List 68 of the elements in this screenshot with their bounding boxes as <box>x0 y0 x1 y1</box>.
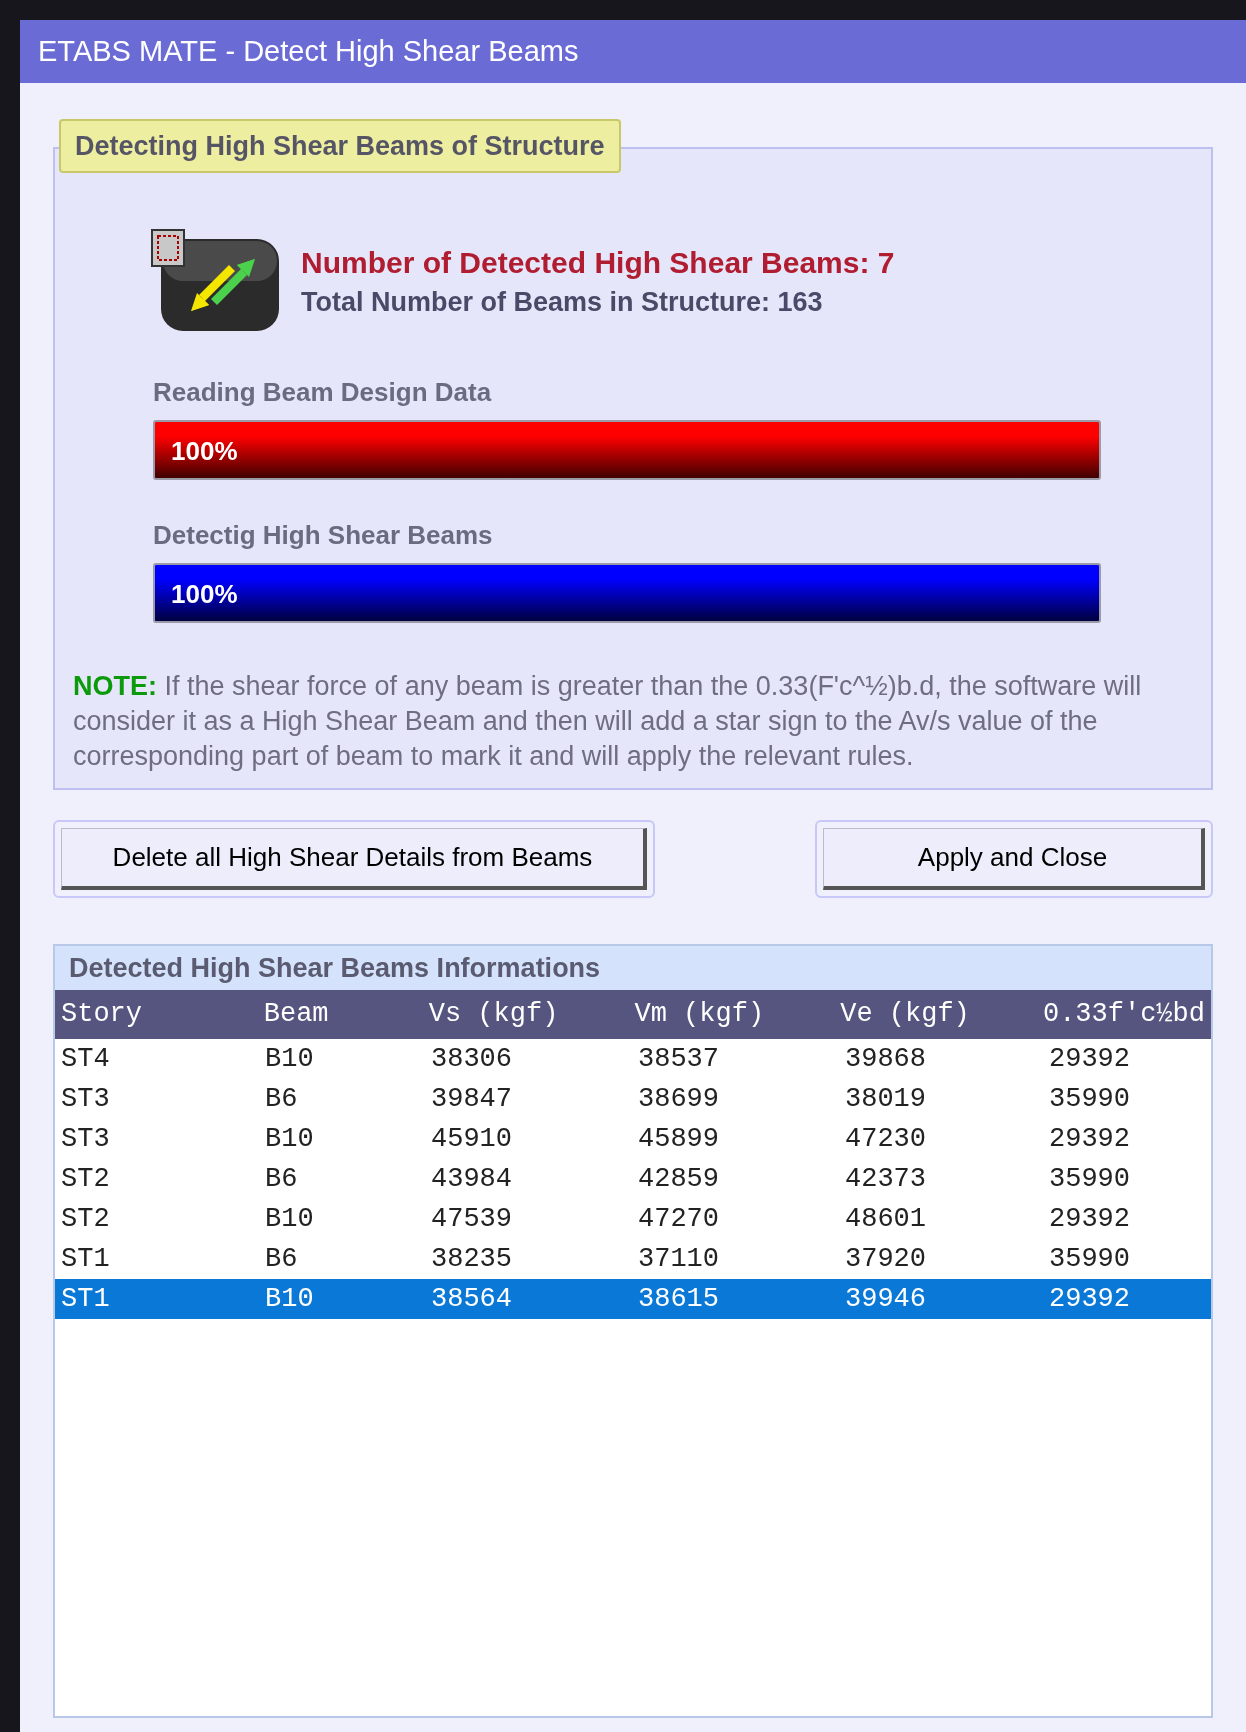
table-cell-text: B10 <box>265 1282 315 1316</box>
table-cell-text: 39946 <box>845 1282 927 1316</box>
table-cell-text: ST3 <box>61 1082 111 1116</box>
table-cell-text: 39847 <box>431 1082 513 1116</box>
arrows-app-icon <box>151 229 281 333</box>
table-cell-text: ST4 <box>61 1042 111 1076</box>
table-cell-text: 37920 <box>845 1242 927 1276</box>
table-cell-text: 38306 <box>431 1042 513 1076</box>
table-cell-text: 29392 <box>1049 1042 1131 1076</box>
table-row[interactable]: ST3 B10 45910 45899 47230 29392 <box>55 1119 1211 1159</box>
table-cell-text: ST2 <box>61 1162 111 1196</box>
table-cell-text: 35990 <box>1049 1242 1131 1276</box>
table-title: Detected High Shear Beams Informations <box>69 951 601 985</box>
table-cell-text: 43984 <box>431 1162 513 1196</box>
table-cell-text: 35990 <box>1049 1082 1131 1116</box>
apply-close-button[interactable]: Apply and Close <box>823 828 1205 890</box>
table-row[interactable]: ST3 B6 39847 38699 38019 35990 <box>55 1079 1211 1119</box>
column-header: 0.33f'c½bd <box>1042 998 1205 1032</box>
table-cell-text: 47539 <box>431 1202 513 1236</box>
table-cell-text: 38564 <box>431 1282 513 1316</box>
table-cell-text: 38235 <box>431 1242 513 1276</box>
table-cell-text: ST1 <box>61 1282 111 1316</box>
table-cell-text: 37110 <box>638 1242 720 1276</box>
table-cell-text: B6 <box>265 1242 299 1276</box>
table-cell-text: 29392 <box>1049 1122 1131 1156</box>
total-count: Total Number of Beams in Structure: 163 <box>301 286 824 319</box>
note-text: NOTE: If the shear force of any beam is greater than the 0.33(F'c^½)b.d, the software will consider it as a High Shear Beam and then will add a star sign to the Av/s value of the corresponding part of beam to mark it and will apply the relevant rules. <box>73 670 1143 773</box>
column-header: Story <box>61 998 143 1032</box>
table-cell-text: 38699 <box>638 1082 720 1116</box>
table-cell-text: 42373 <box>845 1162 927 1196</box>
table-cell-text: B10 <box>265 1042 315 1076</box>
table-cell-text: B6 <box>265 1082 299 1116</box>
table-cell-text: B6 <box>265 1162 299 1196</box>
table-row[interactable]: ST4 B10 38306 38537 39868 29392 <box>55 1039 1211 1079</box>
table-cell-text: 48601 <box>845 1202 927 1236</box>
group-title: Detecting High Shear Beams of Structure <box>59 119 621 173</box>
column-header: Beam <box>263 998 330 1032</box>
table-cell-text: ST3 <box>61 1122 111 1156</box>
table-cell-text: 38019 <box>845 1082 927 1116</box>
table-cell-text: 29392 <box>1049 1282 1131 1316</box>
table-cell-text: 47230 <box>845 1122 927 1156</box>
table-cell-text: ST1 <box>61 1242 111 1276</box>
table-row[interactable]: ST1 B6 38235 37110 37920 35990 <box>55 1239 1211 1279</box>
column-header: Ve (kgf) <box>840 998 971 1032</box>
table-row[interactable]: ST1 B10 38564 38615 39946 29392 <box>55 1279 1211 1319</box>
table-cell-text: 42859 <box>638 1162 720 1196</box>
table-cell-text: B10 <box>265 1202 315 1236</box>
progress-label: Detectig High Shear Beams <box>153 519 494 552</box>
table-cell-text: 45910 <box>431 1122 513 1156</box>
column-header: Vm (kgf) <box>634 998 766 1032</box>
table-row[interactable]: ST2 B6 43984 42859 42373 35990 <box>55 1159 1211 1199</box>
table-cell-text: B10 <box>265 1122 315 1156</box>
detected-count: Number of Detected High Shear Beams: 7 <box>301 245 895 281</box>
table-cell-text: 38615 <box>638 1282 720 1316</box>
progress-percent: 100% <box>171 435 238 468</box>
table-cell-text: 39868 <box>845 1042 927 1076</box>
table-cell-text: 47270 <box>638 1202 720 1236</box>
table-cell-text: 35990 <box>1049 1162 1131 1196</box>
progress-label: Reading Beam Design Data <box>153 376 493 409</box>
progress-percent: 100% <box>171 578 238 611</box>
table-row[interactable]: ST2 B10 47539 47270 48601 29392 <box>55 1199 1211 1239</box>
delete-button[interactable]: Delete all High Shear Details from Beams <box>61 828 647 890</box>
table-cell-text: ST2 <box>61 1202 111 1236</box>
table-cell-text: 45899 <box>638 1122 720 1156</box>
window-title: ETABS MATE - Detect High Shear Beams <box>38 33 579 69</box>
table-cell-text: 29392 <box>1049 1202 1131 1236</box>
column-header: Vs (kgf) <box>428 998 560 1032</box>
table-cell-text: 38537 <box>638 1042 720 1076</box>
